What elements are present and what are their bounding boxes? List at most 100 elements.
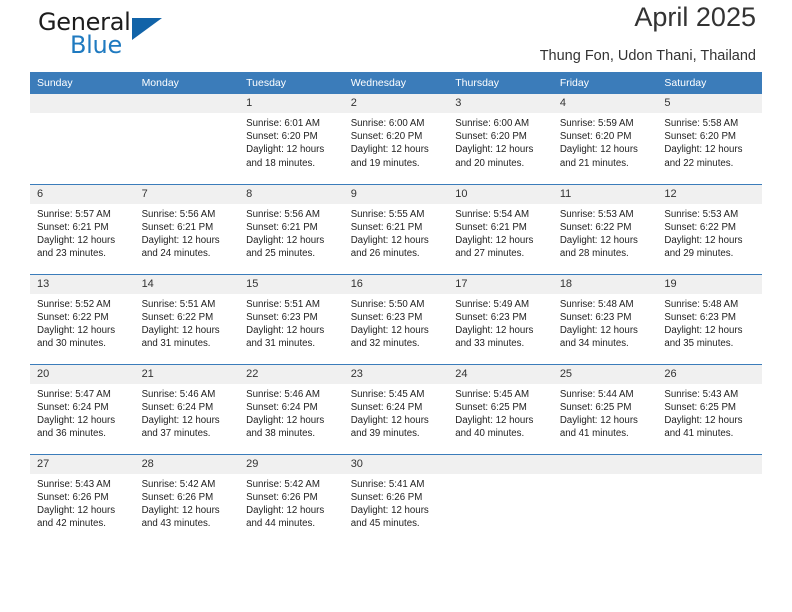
sunset-text: Sunset: 6:25 PM bbox=[455, 401, 527, 413]
daylight-text-line2: and 35 minutes. bbox=[664, 338, 734, 350]
day-details: Sunrise: 6:00 AM Sunset: 6:20 PM Daylight:… bbox=[344, 113, 449, 170]
daylight-text-line2: and 41 minutes. bbox=[559, 428, 629, 440]
sunset-text: Sunset: 6:26 PM bbox=[350, 491, 423, 503]
calendar-day-cell[interactable]: 18 Sunrise: 5:48 AM Sunset: 6:23 PM Dayligh… bbox=[552, 273, 658, 364]
calendar-day-cell[interactable]: 17 Sunrise: 5:49 AM Sunset: 6:23 PM Dayligh… bbox=[448, 273, 553, 364]
day-number: 9 bbox=[343, 184, 449, 204]
day-number bbox=[30, 94, 135, 113]
sunrise-text: Sunrise: 5:42 AM bbox=[141, 478, 216, 490]
sunrise-text: Sunrise: 6:01 AM bbox=[246, 118, 320, 129]
calendar-day-cell[interactable]: 28 Sunrise: 5:42 AM Sunset: 6:26 PM Dayligh… bbox=[134, 453, 240, 544]
day-number: 25 bbox=[552, 364, 658, 384]
daylight-text-line1: Daylight: 12 hours bbox=[141, 234, 220, 246]
sunrise-text: Sunrise: 5:56 AM bbox=[246, 208, 320, 220]
calendar-day-cell[interactable]: 5 Sunrise: 5:58 AM Sunset: 6:20 PM Daylight… bbox=[657, 94, 762, 184]
daylight-text-line2: and 19 minutes. bbox=[350, 157, 420, 169]
calendar-day-cell[interactable]: 16 Sunrise: 5:50 AM Sunset: 6:23 PM Dayligh… bbox=[343, 273, 449, 364]
calendar-empty-cell bbox=[552, 453, 658, 544]
calendar-day-cell[interactable]: 6 Sunrise: 5:57 AM Sunset: 6:21 PM Daylight… bbox=[30, 183, 135, 274]
day-details: Sunrise: 5:51 AM Sunset: 6:23 PM Daylight:… bbox=[239, 294, 344, 351]
daylight-text-line2: and 31 minutes. bbox=[141, 338, 211, 350]
calendar-day-cell[interactable]: 29 Sunrise: 5:42 AM Sunset: 6:26 PM Dayligh… bbox=[239, 453, 344, 544]
calendar-day-cell[interactable]: 14 Sunrise: 5:51 AM Sunset: 6:22 PM Dayligh… bbox=[134, 273, 240, 364]
sunrise-text: Sunrise: 5:44 AM bbox=[559, 388, 634, 400]
day-number: 21 bbox=[134, 364, 240, 384]
daylight-text-line2: and 40 minutes. bbox=[455, 428, 525, 440]
calendar-day-cell[interactable]: 27 Sunrise: 5:43 AM Sunset: 6:26 PM Dayligh… bbox=[30, 453, 135, 544]
calendar-week-row: 6 Sunrise: 5:57 AM Sunset: 6:21 PM Daylight… bbox=[30, 183, 762, 274]
day-number: 26 bbox=[657, 364, 762, 384]
day-details: Sunrise: 6:01 AM Sunset: 6:20 PM Daylight:… bbox=[239, 113, 344, 170]
day-details: Sunrise: 5:45 AM Sunset: 6:25 PM Daylight:… bbox=[448, 384, 553, 441]
calendar-day-cell[interactable]: 9 Sunrise: 5:55 AM Sunset: 6:21 PM Daylight… bbox=[343, 183, 449, 274]
page-header: General Blue April 2025 Thung Fon, Udon … bbox=[30, 0, 762, 72]
calendar-empty-cell bbox=[30, 94, 135, 184]
day-number: 7 bbox=[134, 184, 240, 204]
page-title: April 2025 bbox=[634, 2, 756, 32]
daylight-text-line2: and 23 minutes. bbox=[37, 248, 106, 260]
daylight-text-line2: and 39 minutes. bbox=[350, 428, 420, 440]
calendar-day-cell[interactable]: 3 Sunrise: 6:00 AM Sunset: 6:20 PM Daylight… bbox=[448, 94, 553, 184]
calendar-day-cell[interactable]: 25 Sunrise: 5:44 AM Sunset: 6:25 PM Dayligh… bbox=[552, 363, 658, 454]
sunrise-text: Sunrise: 5:52 AM bbox=[37, 298, 111, 310]
day-number: 30 bbox=[343, 454, 449, 474]
calendar-day-cell[interactable]: 7 Sunrise: 5:56 AM Sunset: 6:21 PM Daylight… bbox=[134, 183, 240, 274]
daylight-text-line2: and 18 minutes. bbox=[246, 157, 316, 169]
calendar-day-cell[interactable]: 30 Sunrise: 5:41 AM Sunset: 6:26 PM Dayligh… bbox=[343, 453, 449, 544]
calendar-day-cell[interactable]: 10 Sunrise: 5:54 AM Sunset: 6:21 PM Dayligh… bbox=[448, 183, 553, 274]
sunrise-text: Sunrise: 5:56 AM bbox=[141, 208, 216, 220]
calendar-day-cell[interactable]: 21 Sunrise: 5:46 AM Sunset: 6:24 PM Dayligh… bbox=[134, 363, 240, 454]
day-number bbox=[657, 454, 762, 474]
calendar-day-cell[interactable]: 23 Sunrise: 5:45 AM Sunset: 6:24 PM Dayligh… bbox=[343, 363, 449, 454]
calendar-day-cell[interactable]: 2 Sunrise: 6:00 AM Sunset: 6:20 PM Daylight… bbox=[343, 94, 449, 184]
sunrise-text: Sunrise: 5:53 AM bbox=[559, 208, 634, 220]
sunset-text: Sunset: 6:26 PM bbox=[246, 491, 318, 503]
sunrise-text: Sunrise: 5:50 AM bbox=[350, 298, 425, 310]
calendar-day-cell[interactable]: 19 Sunrise: 5:48 AM Sunset: 6:23 PM Dayligh… bbox=[657, 273, 762, 364]
sunrise-text: Sunrise: 5:43 AM bbox=[664, 388, 739, 400]
calendar-empty-cell bbox=[134, 94, 240, 184]
daylight-text-line2: and 45 minutes. bbox=[350, 518, 420, 530]
daylight-text-line1: Daylight: 12 hours bbox=[37, 414, 116, 426]
sunrise-text: Sunrise: 5:53 AM bbox=[664, 208, 739, 220]
calendar-week-row: 1 Sunrise: 6:01 AM Sunset: 6:20 PM Daylight… bbox=[30, 94, 762, 184]
weekday-header-monday: Monday bbox=[134, 72, 240, 94]
day-number bbox=[448, 454, 553, 474]
calendar-day-cell[interactable]: 20 Sunrise: 5:47 AM Sunset: 6:24 PM Dayligh… bbox=[30, 363, 135, 454]
calendar-day-cell[interactable]: 4 Sunrise: 5:59 AM Sunset: 6:20 PM Daylight… bbox=[552, 94, 658, 184]
day-details: Sunrise: 6:00 AM Sunset: 6:20 PM Daylight:… bbox=[448, 113, 553, 170]
calendar-day-cell[interactable]: 8 Sunrise: 5:56 AM Sunset: 6:21 PM Daylight… bbox=[239, 183, 344, 274]
sunset-text: Sunset: 6:22 PM bbox=[141, 311, 214, 323]
calendar-day-cell[interactable]: 26 Sunrise: 5:43 AM Sunset: 6:25 PM Dayligh… bbox=[657, 363, 762, 454]
daylight-text-line1: Daylight: 12 hours bbox=[246, 234, 325, 246]
daylight-text-line1: Daylight: 12 hours bbox=[246, 504, 325, 516]
sunset-text: Sunset: 6:20 PM bbox=[559, 131, 632, 143]
daylight-text-line1: Daylight: 12 hours bbox=[455, 324, 534, 336]
daylight-text-line1: Daylight: 12 hours bbox=[559, 144, 638, 156]
calendar-day-cell[interactable]: 13 Sunrise: 5:52 AM Sunset: 6:22 PM Dayligh… bbox=[30, 273, 135, 364]
day-number: 15 bbox=[239, 274, 344, 294]
daylight-text-line2: and 26 minutes. bbox=[350, 248, 420, 260]
calendar-day-cell[interactable]: 15 Sunrise: 5:51 AM Sunset: 6:23 PM Dayligh… bbox=[239, 273, 344, 364]
day-details: Sunrise: 5:55 AM Sunset: 6:21 PM Daylight:… bbox=[344, 204, 449, 261]
calendar-day-cell[interactable]: 12 Sunrise: 5:53 AM Sunset: 6:22 PM Dayligh… bbox=[657, 183, 762, 274]
sunset-text: Sunset: 6:20 PM bbox=[246, 131, 318, 143]
sunset-text: Sunset: 6:22 PM bbox=[664, 221, 736, 233]
sunset-text: Sunset: 6:22 PM bbox=[559, 221, 632, 233]
day-number: 6 bbox=[30, 184, 135, 204]
calendar-day-cell[interactable]: 1 Sunrise: 6:01 AM Sunset: 6:20 PM Daylight… bbox=[239, 94, 344, 184]
sunset-text: Sunset: 6:24 PM bbox=[350, 401, 423, 413]
day-number: 23 bbox=[343, 364, 449, 384]
daylight-text-line1: Daylight: 12 hours bbox=[559, 234, 638, 246]
sunrise-text: Sunrise: 5:41 AM bbox=[350, 478, 425, 490]
daylight-text-line1: Daylight: 12 hours bbox=[350, 504, 429, 516]
calendar-day-cell[interactable]: 24 Sunrise: 5:45 AM Sunset: 6:25 PM Dayligh… bbox=[448, 363, 553, 454]
day-details: Sunrise: 5:57 AM Sunset: 6:21 PM Daylight:… bbox=[30, 204, 135, 261]
calendar-day-cell[interactable]: 11 Sunrise: 5:53 AM Sunset: 6:22 PM Dayligh… bbox=[552, 183, 658, 274]
calendar-day-cell[interactable]: 22 Sunrise: 5:46 AM Sunset: 6:24 PM Dayligh… bbox=[239, 363, 344, 454]
daylight-text-line1: Daylight: 12 hours bbox=[37, 234, 116, 246]
daylight-text-line2: and 44 minutes. bbox=[246, 518, 316, 530]
day-details: Sunrise: 5:42 AM Sunset: 6:26 PM Daylight:… bbox=[239, 474, 344, 531]
daylight-text-line2: and 42 minutes. bbox=[37, 518, 106, 530]
day-details: Sunrise: 5:48 AM Sunset: 6:23 PM Daylight:… bbox=[657, 294, 762, 351]
